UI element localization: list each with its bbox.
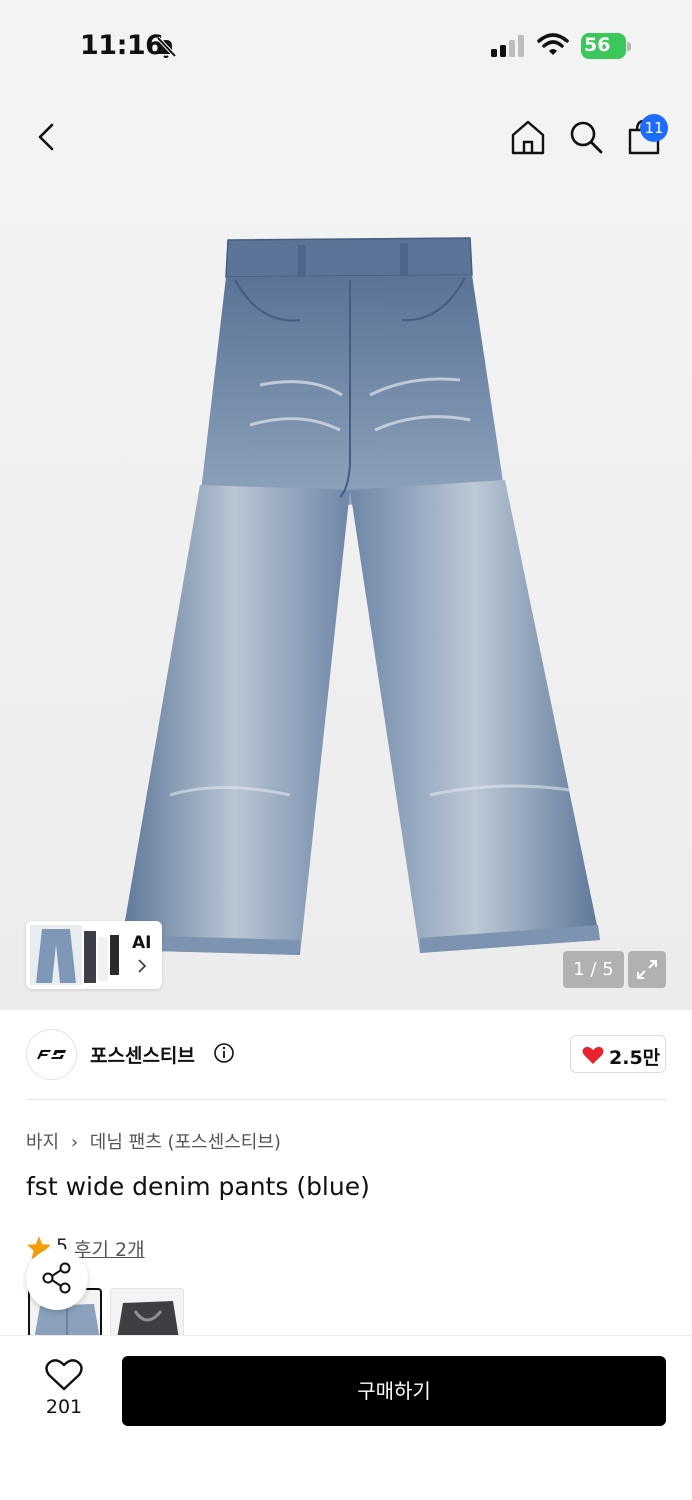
brand-like-count: 2.5만 [609,1047,661,1069]
variant-black-jeans-image [117,1301,179,1337]
top-nav [0,95,692,180]
expand-icon [637,960,657,979]
color-option-black[interactable] [110,1288,184,1338]
status-bar: 11:16 56 [0,0,692,95]
thumbnail-ai-label: AI [132,933,152,953]
chevron-left-icon[interactable] [30,120,64,154]
heart-filled-icon [582,1046,604,1064]
breadcrumb-subcategory[interactable]: 데님 팬츠 (포스센스티브) [90,1132,281,1153]
bell-muted-icon [156,36,177,58]
info-icon[interactable] [213,1042,235,1064]
product-title: fst wide denim pants (blue) [26,1172,370,1201]
wifi-icon [537,33,569,55]
brand-logo-mark [37,1050,66,1059]
bottom-action-bar: 201 구매하기 [0,1335,692,1500]
chevron-right-icon [138,959,147,973]
buy-button[interactable]: 구매하기 [122,1356,666,1426]
share-button[interactable] [26,1248,88,1310]
image-counter: 1 / 5 [563,951,624,988]
product-image-gallery[interactable] [0,180,692,1010]
breadcrumb-chevron-icon: › [70,1132,79,1153]
brand-row: 포스센스티브 2.5만 [0,1010,692,1100]
breadcrumb: 바지 › 데님 팬츠 (포스센스티브) [26,1128,281,1154]
brand-logo[interactable] [26,1029,77,1080]
thumbnail-jeans-image [30,925,119,985]
cart-badge: 11 [640,114,668,142]
battery-charging-icon: 56 [581,33,631,59]
expand-image-button[interactable] [628,951,666,988]
search-icon[interactable] [566,117,606,157]
brand-name[interactable]: 포스센스티브 [90,1041,195,1068]
heart-outline-icon[interactable] [45,1358,83,1392]
cellular-signal-icon [491,35,524,57]
share-icon [42,1262,71,1294]
wishlist-count: 201 [45,1396,83,1418]
thumbnail-preview-card[interactable]: AI [26,921,162,989]
brand-like-button[interactable]: 2.5만 [570,1035,666,1073]
breadcrumb-category[interactable]: 바지 [26,1132,59,1153]
divider [26,1099,666,1100]
battery-level: 56 [584,34,611,56]
status-time: 11:16 [80,30,164,61]
home-icon[interactable] [508,117,548,157]
product-image-jeans [120,237,600,955]
